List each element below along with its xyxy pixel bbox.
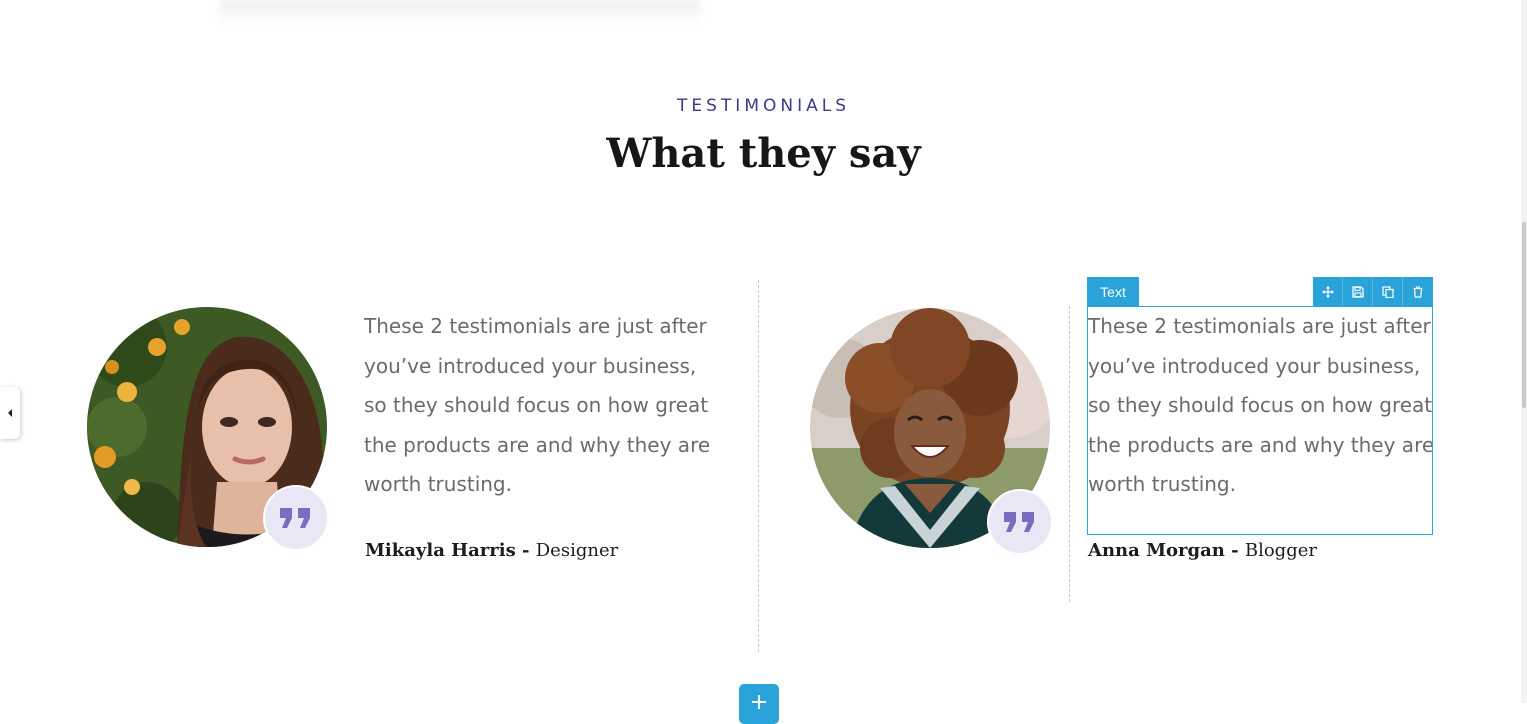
quote-icon <box>280 508 310 528</box>
section-heading: What they say <box>606 130 921 177</box>
duplicate-icon <box>1381 285 1394 298</box>
caret-left-icon <box>8 409 12 417</box>
duplicate-button[interactable] <box>1373 277 1403 306</box>
author-name: Anna Morgan <box>1088 540 1225 561</box>
faded-previous-section <box>220 0 700 26</box>
element-type-label[interactable]: Text <box>1087 277 1139 306</box>
save-icon <box>1351 285 1364 298</box>
left-panel-toggle[interactable] <box>0 387 20 439</box>
author-name: Mikayla Harris <box>365 540 516 561</box>
testimonial-text: These 2 testimonials are just after you’… <box>364 314 711 496</box>
move-button[interactable] <box>1313 277 1343 306</box>
element-toolbar <box>1313 277 1433 306</box>
save-button[interactable] <box>1343 277 1373 306</box>
selected-element-outline <box>1087 306 1433 535</box>
author-separator: - <box>1224 540 1245 561</box>
move-icon <box>1321 285 1334 298</box>
scrollbar-thumb[interactable] <box>1522 222 1526 408</box>
author-role: Designer <box>535 540 619 561</box>
delete-icon <box>1413 285 1423 298</box>
testimonial-author: Mikayla Harris - Designer <box>365 540 618 561</box>
author-role: Blogger <box>1244 540 1317 561</box>
testimonial-author: Anna Morgan - Blogger <box>1088 540 1317 561</box>
delete-button[interactable] <box>1403 277 1433 306</box>
section-eyebrow: TESTIMONIALS <box>677 96 850 116</box>
column-divider-center <box>758 280 759 652</box>
page-scrollbar[interactable] <box>1521 0 1527 703</box>
add-section-button[interactable] <box>739 684 779 724</box>
quote-icon <box>1004 512 1034 532</box>
author-separator: - <box>515 540 536 561</box>
column-divider-right <box>1069 306 1070 602</box>
quote-badge <box>987 489 1053 555</box>
plus-icon <box>752 695 766 709</box>
quote-badge <box>263 485 329 551</box>
